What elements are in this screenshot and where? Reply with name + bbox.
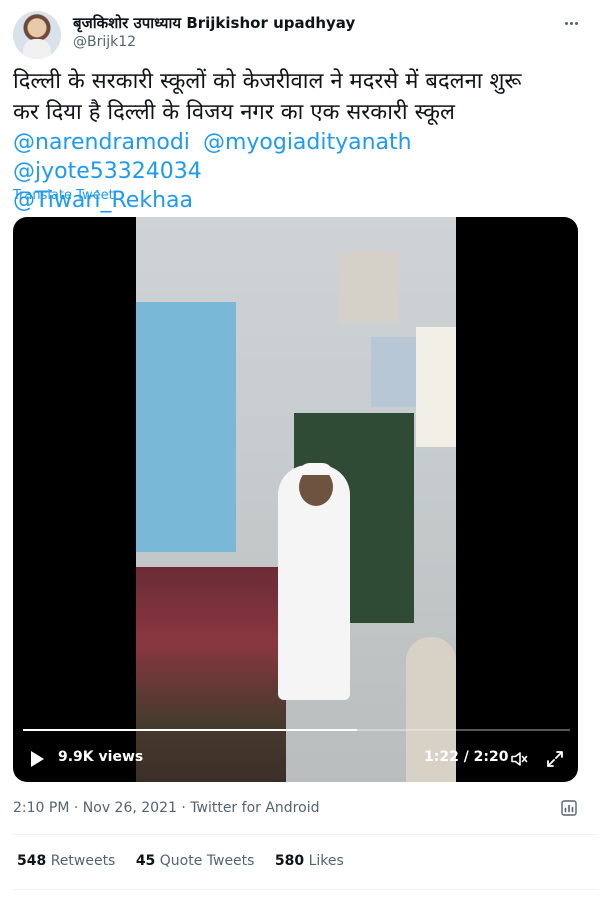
video-controls: 9.9K views 1:22 / 2:20: [13, 742, 578, 776]
likes-label: Likes: [308, 853, 344, 869]
likes-count: 580: [274, 853, 305, 869]
quote-tweets-stat[interactable]: 45 Quote Tweets: [136, 853, 255, 869]
tweet-date[interactable]: Nov 26, 2021: [83, 800, 177, 816]
mention-link[interactable]: @jyote53324034: [13, 159, 202, 184]
retweets-stat[interactable]: 548 Retweets: [17, 853, 115, 869]
likes-stat[interactable]: 580 Likes: [275, 853, 344, 869]
fullscreen-icon[interactable]: [545, 749, 565, 769]
divider: [13, 834, 598, 835]
avatar-shirt: [23, 39, 51, 59]
volume-icon[interactable]: [509, 749, 529, 769]
tweet-text: दिल्ली के सरकारी स्कूलों को केजरीवाल ने …: [13, 66, 598, 128]
video-progress-bar[interactable]: [23, 729, 570, 731]
quote-tweets-label: Quote Tweets: [159, 853, 255, 869]
tweet-text-line-2: कर दिया है दिल्ली के विजय नगर का एक सरका…: [13, 100, 455, 125]
play-icon[interactable]: [31, 751, 44, 767]
tweet-text-line-1: दिल्ली के सरकारी स्कूलों को केजरीवाल ने …: [13, 69, 522, 94]
tweet-stats: 548 Retweets 45 Quote Tweets 580 Likes: [17, 853, 360, 869]
video-frame: [136, 217, 456, 782]
divider: [13, 889, 598, 890]
author-handle[interactable]: @Brijk12: [73, 34, 136, 50]
video-views: 9.9K views: [58, 749, 144, 765]
video-player[interactable]: 9.9K views 1:22 / 2:20: [13, 217, 578, 782]
meta-separator: ·: [73, 800, 79, 816]
mention-link[interactable]: @narendramodi: [13, 130, 190, 155]
avatar[interactable]: [13, 11, 61, 59]
tweet-meta: 2:10 PM · Nov 26, 2021 · Twitter for And…: [13, 800, 319, 816]
meta-separator: ·: [181, 800, 186, 816]
poster: [339, 252, 399, 322]
video-progress-fill: [23, 729, 357, 731]
mention-link[interactable]: @myogiadityanath: [203, 130, 412, 155]
retweets-count: 548: [17, 853, 47, 869]
tweet-time[interactable]: 2:10 PM: [13, 800, 69, 816]
more-icon[interactable]: [560, 12, 582, 34]
video-time: 1:22 / 2:20: [424, 749, 509, 765]
author-display-name[interactable]: बृजकिशोर उपाध्याय Brijkishor upadhyay: [73, 13, 355, 33]
tweet-source[interactable]: Twitter for Android: [190, 800, 319, 816]
wall-mural: [136, 302, 236, 552]
analytics-icon[interactable]: [560, 799, 578, 817]
retweets-label: Retweets: [50, 853, 116, 869]
poster: [416, 327, 456, 447]
quote-tweets-count: 45: [135, 853, 156, 869]
cap: [299, 463, 333, 475]
translate-tweet-link[interactable]: Translate Tweet: [13, 188, 114, 203]
